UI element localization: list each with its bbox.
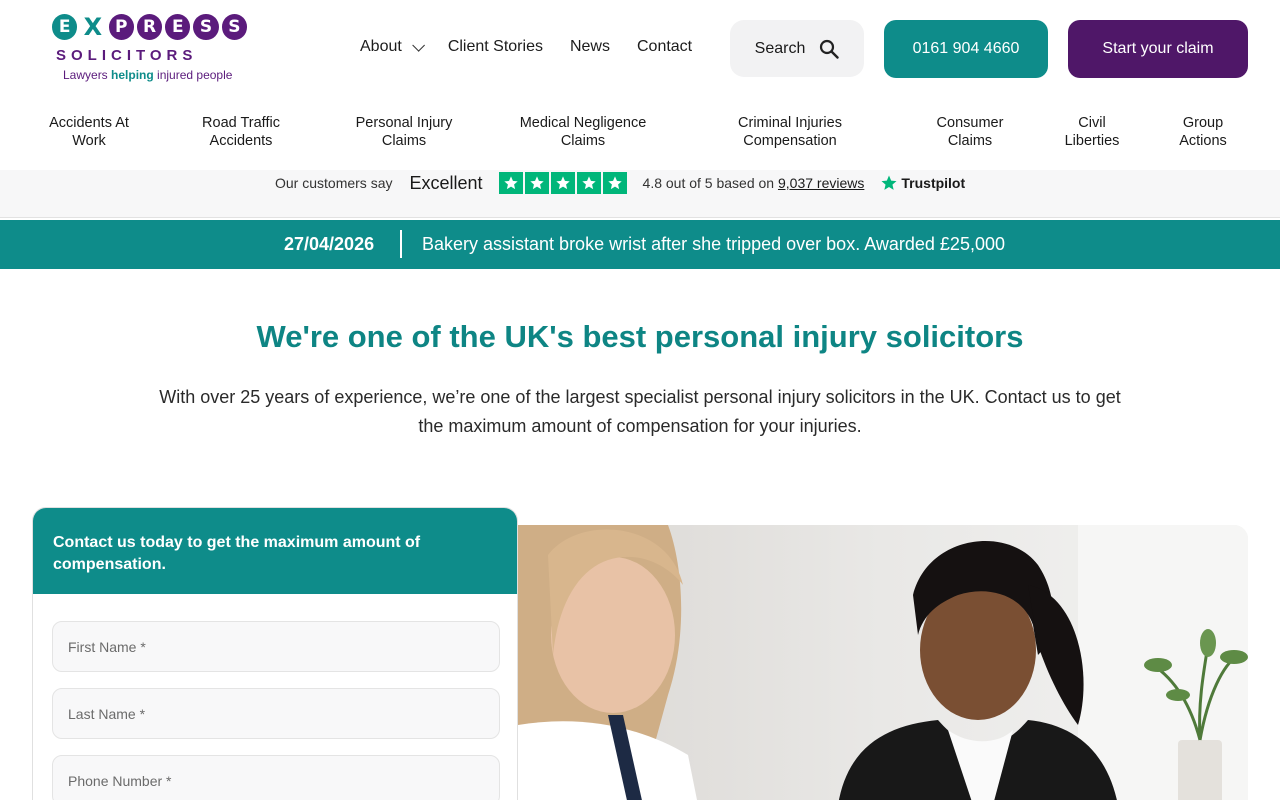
nav-news-label: News <box>569 38 610 55</box>
top-navigation: About Client Stories News Contact <box>360 38 692 56</box>
star-icon <box>576 172 601 194</box>
trustpilot-rating-word: Excellent <box>409 172 483 193</box>
consultation-photo <box>518 525 1248 800</box>
category-consumer-claims[interactable]: Consumer Claims <box>937 114 1004 150</box>
tagline-highlight: helping <box>111 68 154 82</box>
category-line: Accidents At <box>49 115 129 131</box>
logo-tagline: Lawyers helping injured people <box>52 68 247 82</box>
category-line: Claims <box>381 133 427 149</box>
logo-letter: S <box>193 14 219 40</box>
last-name-field[interactable] <box>52 688 500 739</box>
trustpilot-stars <box>498 172 627 194</box>
category-line: Liberties <box>1064 133 1120 149</box>
logo-letter: R <box>136 14 163 40</box>
logo-letter: P <box>108 14 134 40</box>
nav-contact[interactable]: Contact <box>637 38 692 56</box>
tagline-part: injured people <box>153 68 233 82</box>
trustpilot-widget[interactable]: Our customers say Excellent 4.8 out of 5… <box>275 171 965 195</box>
category-line: Road Traffic <box>202 115 280 131</box>
ticker-headline[interactable]: Bakery assistant broke wrist after she t… <box>422 234 1005 255</box>
logo-word: SOLICITORS <box>56 47 198 64</box>
category-line: Criminal Injuries <box>738 115 842 131</box>
trustpilot-reviews-link[interactable]: 9,037 reviews <box>778 175 864 191</box>
logo-letter: E <box>52 14 78 40</box>
category-civil-liberties[interactable]: Civil Liberties <box>1065 114 1120 150</box>
chevron-down-icon <box>412 38 425 52</box>
nav-client-stories[interactable]: Client Stories <box>448 38 543 56</box>
trustpilot-intro: Our customers say <box>275 175 393 191</box>
logo-letters: E X P R E S S <box>52 13 247 41</box>
category-line: Compensation <box>743 133 837 149</box>
news-ticker[interactable]: 27/04/2026 Bakery assistant broke wrist … <box>0 220 1280 269</box>
hero-title: We're one of the UK's best personal inju… <box>256 319 1024 354</box>
category-line: Group <box>1182 115 1224 131</box>
trustpilot-bar: Our customers say Excellent 4.8 out of 5… <box>0 170 1280 218</box>
category-line: Claims <box>560 133 606 149</box>
nav-news[interactable]: News <box>570 38 610 56</box>
logo-letter: S <box>221 14 247 40</box>
site-header: E X P R E S S SOLICITORS Lawyers helping… <box>0 0 1280 98</box>
category-road-traffic-accidents[interactable]: Road Traffic Accidents <box>202 114 280 150</box>
search-icon <box>820 39 840 59</box>
category-navigation: Accidents At Work Road Traffic Accidents… <box>0 114 1280 170</box>
category-line: Consumer <box>936 115 1004 131</box>
first-name-field[interactable] <box>52 621 500 672</box>
nav-about-label: About <box>360 38 402 55</box>
star-icon <box>550 172 575 194</box>
contact-form: Contact us today to get the maximum amou… <box>32 507 518 800</box>
tagline-part: Lawyers <box>63 68 112 82</box>
category-line: Accidents <box>209 133 273 149</box>
category-personal-injury-claims[interactable]: Personal Injury Claims <box>356 114 453 150</box>
category-line: Medical Negligence <box>519 115 647 131</box>
trustpilot-brand: Trustpilot <box>901 175 966 191</box>
trustpilot-score: 4.8 out of 5 based on 9,037 reviews <box>643 175 865 191</box>
logo-letter: E <box>165 14 191 40</box>
star-icon <box>498 172 523 194</box>
search-button[interactable]: Search <box>730 20 864 77</box>
nav-about[interactable]: About <box>360 38 425 56</box>
category-accidents-at-work[interactable]: Accidents At Work <box>49 114 129 150</box>
phone-number-button[interactable]: 0161 904 4660 <box>884 20 1048 78</box>
star-icon <box>524 172 549 194</box>
category-line: Personal Injury <box>355 115 453 131</box>
category-line: Actions <box>1179 133 1227 149</box>
trustpilot-score-text: 4.8 out of 5 based on <box>642 175 778 191</box>
hero-description: With over 25 years of experience, we’re … <box>159 387 1121 436</box>
ticker-divider <box>400 230 402 258</box>
phone-number-field[interactable] <box>52 755 500 800</box>
logo-letter: X <box>80 13 106 41</box>
category-criminal-injuries-compensation[interactable]: Criminal Injuries Compensation <box>738 114 842 150</box>
trustpilot-logo[interactable]: Trustpilot <box>880 174 965 192</box>
start-claim-button[interactable]: Start your claim <box>1068 20 1248 78</box>
form-heading: Contact us today to get the maximum amou… <box>33 508 517 594</box>
category-group-actions[interactable]: Group Actions <box>1179 114 1227 150</box>
category-line: Civil <box>1078 115 1106 131</box>
category-line: Work <box>72 133 106 149</box>
star-icon <box>602 172 627 194</box>
consultation-illustration <box>518 525 1248 800</box>
nav-contact-label: Contact <box>636 38 693 55</box>
category-line: Claims <box>947 133 993 149</box>
nav-client-stories-label: Client Stories <box>447 38 543 55</box>
ticker-date: 27/04/2026 <box>284 234 375 254</box>
search-button-label: Search <box>754 39 806 57</box>
trustpilot-star-icon <box>881 175 897 190</box>
category-medical-negligence-claims[interactable]: Medical Negligence Claims <box>520 114 647 150</box>
express-solicitors-logo[interactable]: E X P R E S S SOLICITORS Lawyers helping… <box>52 13 247 90</box>
